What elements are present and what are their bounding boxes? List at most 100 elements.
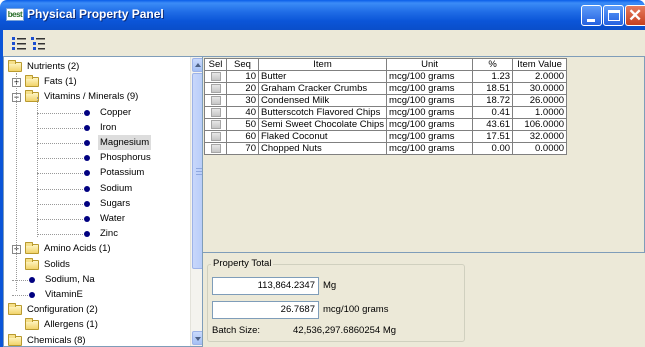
property-total-legend: Property Total — [211, 258, 274, 269]
tree-item[interactable]: Water — [4, 211, 190, 226]
tree-item-label: Copper — [100, 106, 132, 118]
column-header[interactable]: % — [472, 58, 514, 71]
tree-item[interactable]: Sodium — [4, 181, 190, 196]
tree-item-label: Sodium — [100, 182, 133, 194]
column-header[interactable]: Seq — [226, 58, 259, 71]
tree-item[interactable]: Chemicals (8) — [4, 333, 190, 346]
tree-item-label: Vitamins / Minerals (9) — [44, 91, 139, 103]
tree-item[interactable]: Sugars — [4, 196, 190, 211]
row-select-checkbox[interactable] — [210, 71, 221, 81]
row-select-checkbox[interactable] — [210, 119, 221, 129]
table-row[interactable]: 50 Semi Sweet Chocolate Chips mcg/100 gram… — [204, 118, 568, 131]
tree-item-label: Sugars — [100, 197, 131, 209]
collapse-all-button[interactable] — [30, 35, 46, 51]
column-header[interactable]: Item — [257, 58, 388, 71]
tree-item[interactable]: Iron — [4, 120, 190, 135]
bullet-icon — [84, 155, 90, 162]
total-value-field[interactable]: 113,864.2347 — [212, 277, 319, 295]
tree-item[interactable]: Zinc — [4, 226, 190, 241]
maximize-icon — [608, 10, 620, 21]
tree-item[interactable]: Configuration (2) — [4, 302, 190, 317]
table-row[interactable]: 20 Graham Cracker Crumbs mcg/100 grams 18.5… — [204, 82, 568, 95]
tree-item-label: Amino Acids (1) — [44, 243, 111, 255]
table-row[interactable]: 30 Condensed Milk mcg/100 grams 18.72 26.000… — [204, 94, 568, 107]
expand-all-button[interactable] — [11, 35, 27, 51]
tree-connector — [37, 127, 83, 129]
tree-item-label: Potassium — [100, 167, 145, 179]
select-cell[interactable] — [204, 142, 227, 155]
row-select-checkbox[interactable] — [210, 83, 221, 93]
grip-line — [196, 168, 202, 169]
tree-item[interactable]: Magnesium — [4, 135, 190, 150]
tree-item-label: Water — [100, 213, 125, 224]
cell-unit: mcg/100 grams — [386, 142, 474, 155]
tree-item[interactable]: Solids — [4, 257, 190, 272]
scroll-down-button[interactable] — [192, 331, 202, 345]
cell-pct: 18.72 — [472, 94, 514, 107]
column-header[interactable]: Sel — [204, 58, 227, 71]
tree-item[interactable]: Potassium — [4, 165, 190, 180]
cell-seq: 40 — [226, 106, 259, 119]
tree-connector — [37, 234, 83, 236]
title-bar[interactable]: best Physical Property Panel ✕ — [0, 0, 645, 30]
cell-unit: mcg/100 grams — [386, 106, 474, 119]
bullet-icon — [84, 124, 90, 131]
column-header[interactable]: Item Value — [512, 58, 568, 71]
minimize-icon — [587, 19, 595, 22]
grip-line — [196, 171, 202, 172]
tree-item[interactable]: − Vitamins / Minerals (9) — [4, 89, 190, 104]
maximize-button[interactable] — [603, 5, 624, 26]
cell-seq: 70 — [226, 142, 259, 155]
tree-connector — [37, 173, 83, 175]
row-select-checkbox[interactable] — [210, 107, 221, 117]
row-select-checkbox[interactable] — [210, 143, 221, 153]
per-unit-label: mcg/100 grams — [323, 304, 389, 315]
tree-item[interactable]: VitaminE — [4, 287, 190, 302]
select-cell[interactable] — [204, 70, 227, 83]
cell-unit: mcg/100 grams — [386, 70, 474, 83]
select-cell[interactable] — [204, 130, 227, 143]
scroll-up-button[interactable] — [192, 58, 202, 72]
tree-item[interactable]: Nutrients (2) — [4, 59, 190, 74]
tree-item[interactable]: + Amino Acids (1) — [4, 241, 190, 256]
scrollbar-thumb[interactable] — [192, 73, 202, 269]
cell-pct: 1.23 — [472, 70, 514, 83]
tree-connector — [37, 112, 83, 114]
select-cell[interactable] — [204, 82, 227, 95]
ingredient-table: Sel Seq Item Unit% Item Value 10 Butter mcg/10… — [204, 58, 568, 155]
toolbar — [3, 30, 645, 56]
ingredient-grid[interactable]: Sel Seq Item Unit% Item Value 10 Butter mcg/10… — [203, 56, 645, 253]
row-select-checkbox[interactable] — [210, 95, 221, 105]
folder-icon — [8, 333, 22, 346]
table-row[interactable]: 60 Flaked Coconut mcg/100 grams 17.51 32.000… — [204, 130, 568, 143]
tree-item-label: Allergens (1) — [44, 319, 98, 331]
tree-item-label: Phosphorus — [100, 152, 151, 164]
bullet-icon — [84, 200, 90, 207]
select-cell[interactable] — [204, 118, 227, 131]
per-value-field[interactable]: 26.7687 — [212, 301, 319, 319]
tree-item[interactable]: Phosphorus — [4, 150, 190, 165]
column-header[interactable]: Unit — [386, 58, 474, 71]
minimize-button[interactable] — [581, 5, 602, 26]
select-cell[interactable] — [204, 94, 227, 107]
table-row[interactable]: 40 Butterscotch Flavored Chips mcg/100 gra… — [204, 106, 568, 119]
cell-pct: 17.51 — [472, 130, 514, 143]
property-tree[interactable]: Nutrients (2) + Fats (1) − Vitamins / Minera… — [3, 56, 203, 347]
tree-item-label: Iron — [100, 121, 117, 133]
tree-item[interactable]: Copper — [4, 105, 190, 120]
tree-item[interactable]: Allergens (1) — [4, 317, 190, 332]
cell-seq: 30 — [226, 94, 259, 107]
cell-seq: 50 — [226, 118, 259, 131]
close-button[interactable]: ✕ — [625, 5, 645, 26]
tree-guide-line — [37, 97, 38, 237]
select-cell[interactable] — [204, 106, 227, 119]
table-row[interactable]: 10 Butter mcg/100 grams 1.23 2.0000 — [204, 70, 568, 83]
cell-value: 2.0000 — [512, 70, 568, 83]
cell-value: 26.0000 — [512, 94, 568, 107]
tree-item[interactable]: + Fats (1) — [4, 74, 190, 89]
row-select-checkbox[interactable] — [210, 131, 221, 141]
cell-item: Condensed Milk — [257, 94, 388, 107]
tree-scrollbar[interactable] — [190, 57, 202, 346]
tree-item[interactable]: Sodium, Na — [4, 272, 190, 287]
table-row[interactable]: 70 Chopped Nuts mcg/100 grams 0.00 0.0000 — [204, 142, 568, 155]
